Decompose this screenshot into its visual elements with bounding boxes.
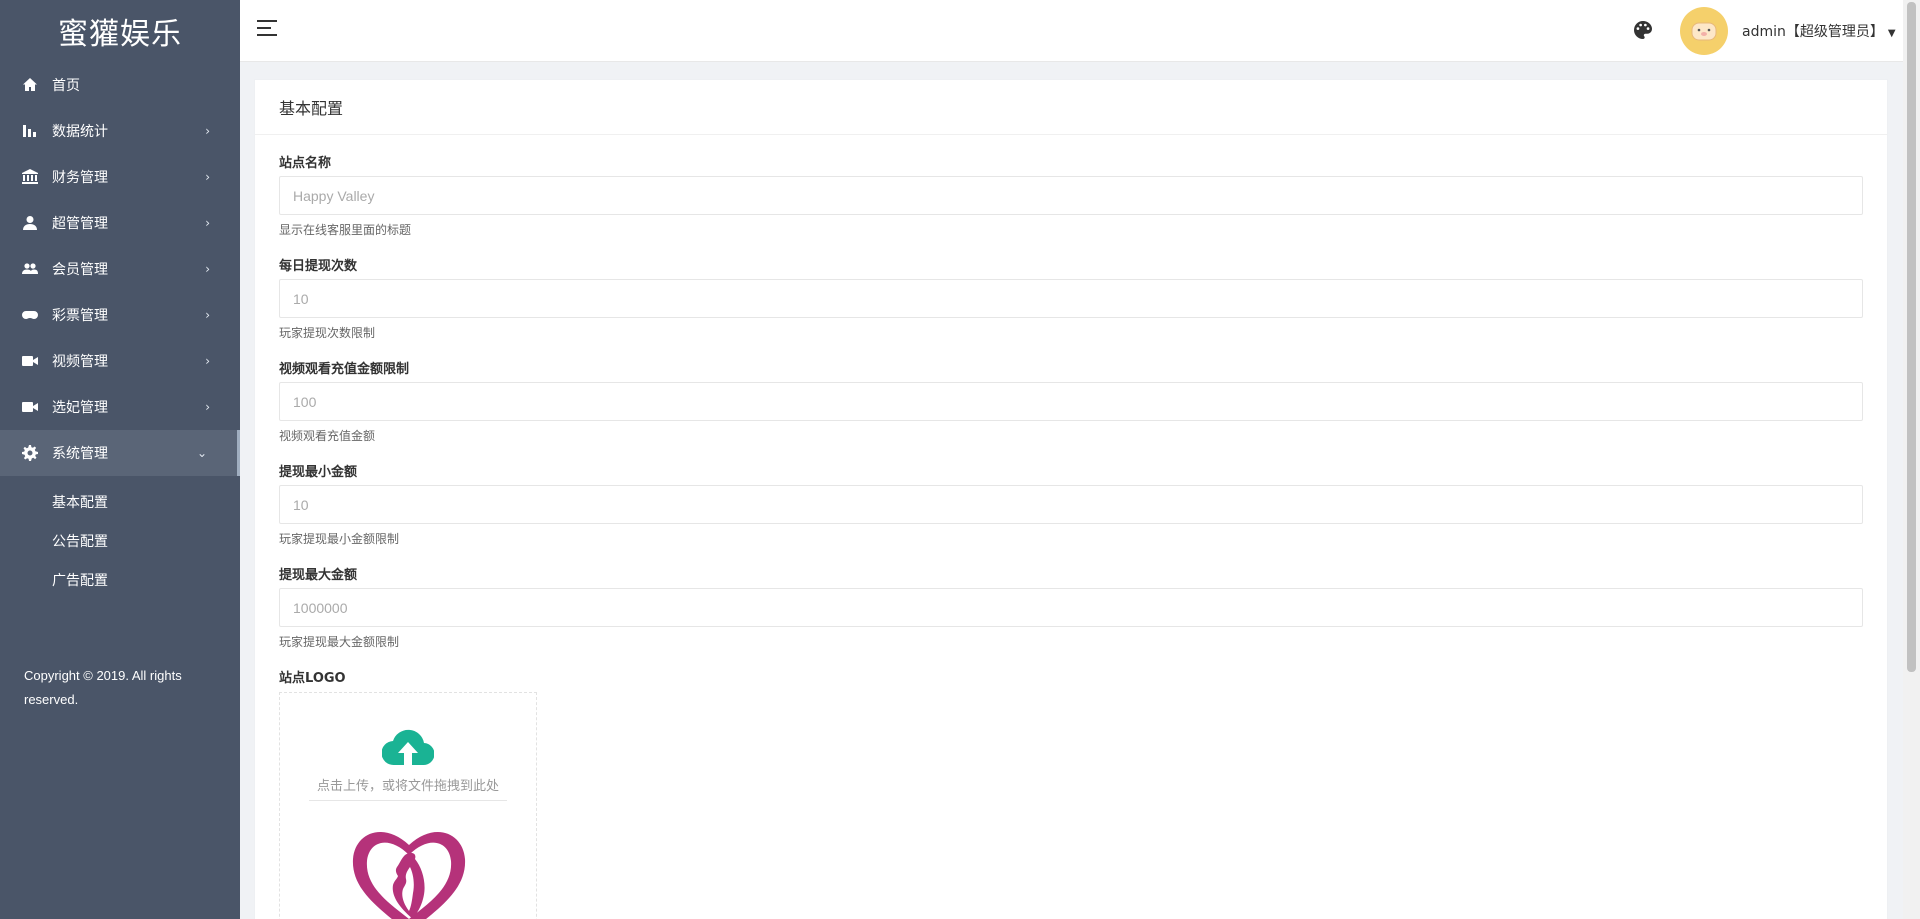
max-withdraw-input[interactable]	[279, 588, 1863, 627]
chevron-right-icon: ›	[205, 124, 210, 138]
caret-down-icon: ▼	[1887, 28, 1896, 39]
avatar[interactable]	[1680, 7, 1728, 55]
cloud-upload-icon	[382, 729, 434, 766]
field-hint: 显示在线客服里面的标题	[279, 223, 412, 237]
top-header: admin【超级管理员】 ▼	[240, 0, 1903, 62]
chevron-right-icon: ›	[205, 170, 210, 184]
logo-upload-area[interactable]: 点击上传，或将文件拖拽到此处	[279, 692, 537, 919]
field-site-logo: 站点LOGO 点击上传，或将文件拖拽到此处	[279, 667, 1863, 919]
field-hint: 玩家提现最大金额限制	[279, 635, 400, 649]
daily-withdraw-count-input[interactable]	[279, 279, 1863, 318]
user-menu[interactable]: admin【超级管理员】 ▼	[1742, 21, 1896, 41]
sidebar-item-label: 数据统计	[52, 124, 108, 140]
submenu-item-notice-config[interactable]: 公告配置	[0, 521, 240, 560]
system-submenu: 基本配置 公告配置 广告配置	[0, 476, 240, 599]
sidebar-item-video[interactable]: 视频管理 ›	[0, 338, 240, 384]
logo-preview-image	[343, 811, 475, 919]
field-label: 提现最大金额	[279, 568, 358, 583]
field-site-name: 站点名称 显示在线客服里面的标题	[279, 152, 1863, 238]
sidebar-item-superadmin[interactable]: 超管管理 ›	[0, 200, 240, 246]
field-label: 每日提现次数	[279, 259, 358, 274]
scrollbar-thumb[interactable]	[1907, 2, 1916, 672]
sidebar-item-home[interactable]: 首页	[0, 62, 240, 108]
user-name: admin【超级管理员】	[1742, 24, 1884, 40]
chevron-right-icon: ›	[205, 400, 210, 414]
field-label: 提现最小金额	[279, 465, 358, 480]
video-icon	[22, 399, 38, 415]
min-withdraw-input[interactable]	[279, 485, 1863, 524]
submenu-item-ad-config[interactable]: 广告配置	[0, 560, 240, 599]
bar-chart-icon	[22, 123, 38, 139]
sidebar-item-stats[interactable]: 数据统计 ›	[0, 108, 240, 154]
home-icon	[22, 77, 38, 93]
field-max-withdraw: 提现最大金额 玩家提现最大金额限制	[279, 564, 1863, 650]
sidebar-item-finance[interactable]: 财务管理 ›	[0, 154, 240, 200]
sidebar-item-label: 彩票管理	[52, 308, 108, 324]
sidebar-item-label: 财务管理	[52, 170, 108, 186]
chevron-right-icon: ›	[205, 308, 210, 322]
sidebar-item-label: 首页	[52, 78, 80, 94]
field-min-withdraw: 提现最小金额 玩家提现最小金额限制	[279, 461, 1863, 547]
video-recharge-limit-input[interactable]	[279, 382, 1863, 421]
field-hint: 玩家提现最小金额限制	[279, 532, 400, 546]
users-icon	[22, 261, 38, 277]
user-icon	[22, 215, 38, 231]
bank-icon	[22, 169, 38, 185]
field-daily-withdraw-count: 每日提现次数 玩家提现次数限制	[279, 255, 1863, 341]
field-label: 视频观看充值金额限制	[279, 362, 410, 377]
chevron-right-icon: ›	[205, 354, 210, 368]
sidebar-item-members[interactable]: 会员管理 ›	[0, 246, 240, 292]
gamepad-icon	[22, 307, 38, 323]
field-label: 站点名称	[279, 156, 332, 171]
chevron-down-icon: ⌄	[196, 446, 207, 460]
field-hint: 玩家提现次数限制	[279, 326, 376, 340]
config-form: 站点名称 显示在线客服里面的标题 每日提现次数 玩家提现次数限制 视频观看充值金…	[255, 152, 1887, 919]
chevron-right-icon: ›	[205, 216, 210, 230]
page-scrollbar[interactable]	[1903, 0, 1920, 919]
sidebar-item-concubine[interactable]: 选妃管理 ›	[0, 384, 240, 430]
chevron-right-icon: ›	[205, 262, 210, 276]
site-name-input[interactable]	[279, 176, 1863, 215]
card-title: 基本配置	[255, 80, 1887, 135]
sidebar-menu: 首页 数据统计 › 财务管理 › 超管管理 › 会员管理 › 彩票管理 › 视频…	[0, 62, 240, 476]
field-label: 站点LOGO	[279, 671, 346, 686]
sidebar-item-label: 选妃管理	[52, 400, 108, 416]
upload-text: 点击上传，或将文件拖拽到此处	[316, 779, 499, 794]
sidebar-item-lottery[interactable]: 彩票管理 ›	[0, 292, 240, 338]
brand-title: 蜜獾娱乐	[58, 17, 182, 52]
field-hint: 视频观看充值金额	[279, 429, 376, 443]
basic-config-card: 基本配置 站点名称 显示在线客服里面的标题 每日提现次数 玩家提现次数限制 视频…	[254, 79, 1888, 919]
upload-divider	[309, 800, 507, 801]
hamburger-icon[interactable]	[257, 20, 277, 36]
sidebar-item-label: 超管管理	[52, 216, 108, 232]
sidebar-item-system[interactable]: 系统管理 ⌄	[0, 430, 240, 476]
video-icon	[22, 353, 38, 369]
copyright-text: Copyright © 2019. All rights reserved.	[24, 668, 182, 707]
sidebar: 蜜獾娱乐 首页 数据统计 › 财务管理 › 超管管理 › 会员管理 › 彩票管理	[0, 0, 240, 919]
submenu-item-basic-config[interactable]: 基本配置	[0, 482, 240, 521]
gear-icon	[22, 445, 38, 461]
sidebar-item-label: 系统管理	[52, 446, 108, 462]
palette-icon[interactable]	[1634, 21, 1652, 39]
sidebar-item-label: 会员管理	[52, 262, 108, 278]
sidebar-item-label: 视频管理	[52, 354, 108, 370]
field-video-recharge-limit: 视频观看充值金额限制 视频观看充值金额	[279, 358, 1863, 444]
